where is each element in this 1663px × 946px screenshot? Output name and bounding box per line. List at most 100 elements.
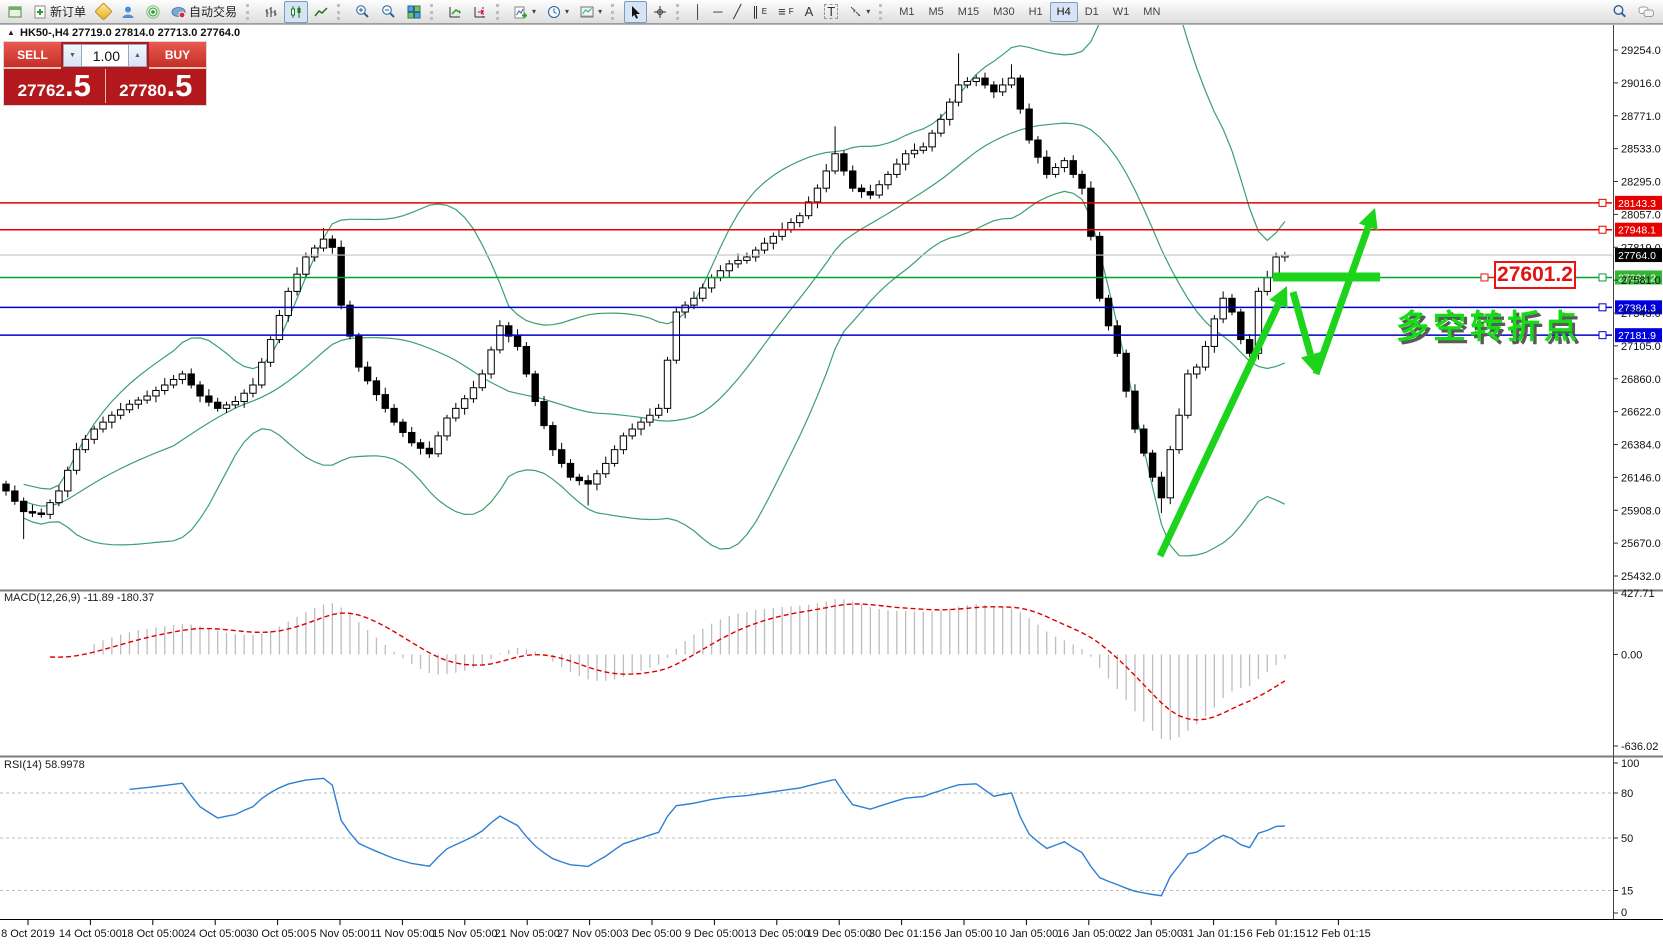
charts-window-icon[interactable]: [3, 1, 27, 23]
candle-bullish: [435, 436, 441, 454]
trend-arrow[interactable]: [1293, 292, 1311, 355]
buy-price[interactable]: 27780.5: [106, 69, 207, 103]
candle-bullish: [320, 239, 326, 248]
sell-button[interactable]: SELL: [4, 42, 61, 69]
zoom-out-button[interactable]: [376, 1, 401, 23]
vline-button[interactable]: │: [689, 1, 707, 23]
search-button[interactable]: [1607, 1, 1632, 23]
rsi-axis-label: 50: [1621, 833, 1633, 845]
candle-bullish: [920, 147, 926, 150]
price-callout-box[interactable]: 27601.2: [1494, 261, 1576, 289]
arrows-button[interactable]: ▾: [844, 1, 875, 23]
candle-bearish: [426, 448, 432, 454]
candle-bearish: [1035, 140, 1041, 157]
signals-button[interactable]: [141, 1, 165, 23]
timeframe-M15[interactable]: M15: [951, 2, 986, 22]
periods-button[interactable]: ▾: [542, 1, 574, 23]
candle-bullish: [1220, 298, 1226, 319]
trendline-button[interactable]: ╱: [728, 1, 746, 23]
level-marker[interactable]: [1599, 199, 1606, 206]
timeframe-H4[interactable]: H4: [1050, 2, 1078, 22]
candle-bullish: [691, 298, 697, 305]
trend-arrow[interactable]: [1316, 227, 1368, 374]
toolbar-handle: [246, 4, 255, 20]
candle-bearish: [382, 395, 388, 409]
time-tick-label: 24 Oct 05:00: [184, 928, 247, 940]
candle-bearish: [20, 501, 26, 511]
text-label-button[interactable]: T: [819, 1, 843, 23]
candle-bullish: [170, 379, 176, 385]
timeframe-M30[interactable]: M30: [986, 2, 1021, 22]
volume-decrease-button[interactable]: ▼: [63, 44, 82, 67]
level-marker[interactable]: [1599, 274, 1606, 281]
volume-value[interactable]: 1.00: [82, 44, 128, 67]
buy-button[interactable]: BUY: [149, 42, 206, 69]
candle-bullish: [620, 436, 626, 450]
timeframe-M1[interactable]: M1: [892, 2, 921, 22]
toolbar-handle: [337, 4, 346, 20]
chart-bars-button[interactable]: [259, 1, 283, 23]
bollinger-lower-band: [24, 191, 1285, 556]
resistance-bar[interactable]: [1273, 273, 1380, 282]
sell-price-main: 27762: [18, 76, 65, 106]
autotrade-label: 自动交易: [189, 3, 237, 20]
new-order-button[interactable]: 新订单: [28, 1, 91, 23]
channel-icon: ∥: [752, 5, 759, 18]
fibonacci-button[interactable]: ≡F: [773, 1, 798, 23]
templates-button[interactable]: ▾: [575, 1, 607, 23]
candle-bullish: [276, 315, 282, 339]
person-icon: [121, 5, 135, 19]
timeframe-D1[interactable]: D1: [1078, 2, 1106, 22]
channel-button[interactable]: ∥E: [747, 1, 772, 23]
chart-candles-button[interactable]: [284, 1, 308, 23]
new-order-label: 新订单: [50, 3, 86, 20]
volume-stepper: ▼ 1.00 ▲: [61, 42, 149, 69]
candle-bullish: [135, 400, 141, 404]
candle-bullish: [73, 450, 79, 471]
callout-marker[interactable]: [1481, 274, 1488, 281]
tile-windows-button[interactable]: [402, 1, 426, 23]
community-button[interactable]: [116, 1, 140, 23]
macd-axis-label: 427.71: [1621, 588, 1655, 600]
time-tick-label: 11 Nov 05:00: [370, 928, 435, 940]
collapse-panel-icon[interactable]: ▲: [7, 28, 15, 37]
timeframe-H1[interactable]: H1: [1022, 2, 1050, 22]
candle-bullish: [267, 340, 273, 363]
rsi-line: [130, 778, 1285, 895]
timeframe-W1[interactable]: W1: [1106, 2, 1137, 22]
hline-button[interactable]: ─: [708, 1, 727, 23]
chart-shift-button[interactable]: [468, 1, 492, 23]
chart-canvas[interactable]: 28143.327948.127764.027601.227384.327181…: [0, 0, 1663, 946]
auto-scroll-button[interactable]: [443, 1, 467, 23]
candle-bullish: [232, 401, 238, 404]
candle-bullish: [1167, 450, 1173, 498]
autotrade-button[interactable]: 自动交易: [166, 1, 242, 23]
candle-bearish: [1070, 161, 1076, 175]
candle-bearish: [576, 477, 582, 480]
gem-button[interactable]: [92, 1, 115, 23]
signal-icon: [146, 5, 160, 19]
sell-price[interactable]: 27762.5: [4, 69, 106, 103]
timeframe-M5[interactable]: M5: [922, 2, 951, 22]
time-tick-label: 5 Nov 05:00: [310, 928, 369, 940]
crosshair-button[interactable]: [648, 1, 672, 23]
chart-line-button[interactable]: [309, 1, 333, 23]
zoom-in-button[interactable]: [350, 1, 375, 23]
candle-bullish: [285, 291, 291, 315]
candle-bullish: [664, 360, 670, 408]
candle-bearish: [541, 401, 547, 425]
candle-bullish: [1211, 319, 1217, 347]
text-button[interactable]: A: [800, 1, 819, 23]
level-marker[interactable]: [1599, 332, 1606, 339]
indicators-button[interactable]: ▾: [509, 1, 541, 23]
chat-button[interactable]: [1633, 1, 1660, 23]
level-marker[interactable]: [1599, 226, 1606, 233]
volume-increase-button[interactable]: ▲: [128, 44, 147, 67]
time-tick-label: 6 Jan 05:00: [935, 928, 993, 940]
cursor-button[interactable]: [624, 1, 647, 23]
candle-bullish: [938, 119, 944, 133]
level-marker[interactable]: [1599, 304, 1606, 311]
candle-bearish: [206, 396, 212, 402]
timeframe-MN[interactable]: MN: [1136, 2, 1167, 22]
candle-bullish: [611, 450, 617, 464]
